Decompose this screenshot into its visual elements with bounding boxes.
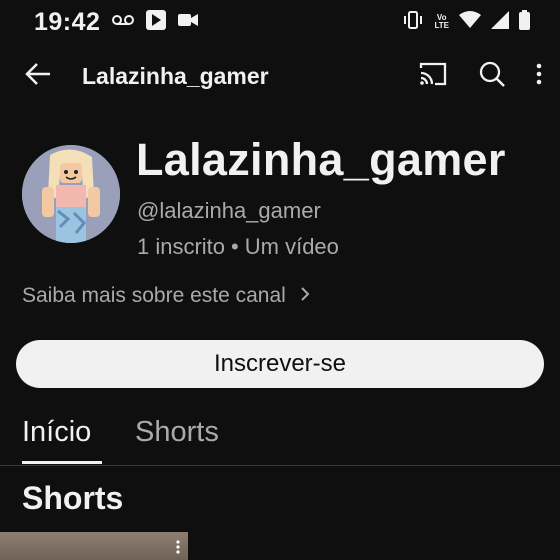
clock: 19:42 [34,7,101,36]
channel-handle: @lalazinha_gamer [137,198,321,223]
battery-icon [519,9,530,35]
volte-bottom-text: LTE [434,21,449,30]
channel-avatar[interactable] [22,145,120,243]
cell-signal-icon [491,10,509,34]
channel-name: Lalazinha_gamer [136,134,506,185]
back-arrow-icon[interactable] [24,60,52,93]
wifi-icon [459,10,481,34]
chevron-right-icon [300,284,310,308]
channel-stats: 1 inscrito • Um vídeo [137,234,339,260]
app-bar-title: Lalazinha_gamer [82,62,269,89]
cast-icon[interactable] [418,61,448,92]
short-more-icon[interactable] [176,540,180,558]
shorts-section-title: Shorts [22,480,124,516]
status-right: Vo LTE [402,9,530,35]
search-icon[interactable] [478,60,506,93]
play-store-icon [146,9,167,35]
channel-tabs: Início Shorts [0,410,560,466]
status-bar: 19:42 Vo LTE [0,0,560,44]
video-count: Um vídeo [244,234,339,259]
tab-home[interactable]: Início [22,416,91,449]
status-left: 19:42 [34,7,199,37]
short-thumbnail[interactable] [0,532,188,560]
subscriber-count: 1 inscrito [137,234,226,259]
active-tab-indicator [22,461,102,464]
vibrate-icon [402,10,424,34]
app-bar-actions [418,60,542,93]
avatar-character-image [22,145,120,243]
video-camera-icon [178,13,199,32]
tab-shorts[interactable]: Shorts [135,416,219,449]
about-channel-link[interactable]: Saiba mais sobre este canal [22,284,310,308]
stats-separator: • [231,234,239,259]
app-bar: Lalazinha_gamer [0,50,560,102]
subscribe-button[interactable]: Inscrever-se [16,340,544,388]
about-channel-label: Saiba mais sobre este canal [22,284,286,307]
voicemail-icon [112,13,135,31]
more-vertical-icon[interactable] [536,63,542,90]
volte-icon: Vo LTE [434,14,449,30]
